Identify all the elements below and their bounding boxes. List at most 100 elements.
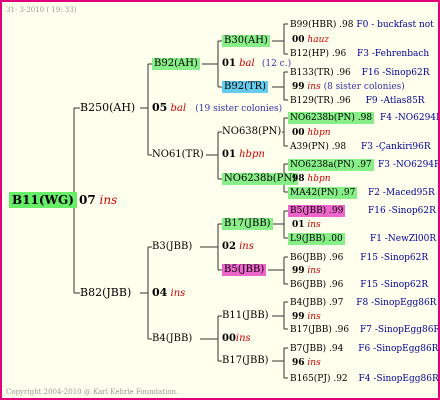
gen4-note-1: (12 c.) bbox=[261, 59, 292, 69]
root-label: ins bbox=[99, 193, 118, 207]
gen5-row-4[interactable]: B129(TR) .96 F9 -Atlas85R bbox=[290, 95, 425, 107]
gen5-label: ins bbox=[307, 82, 321, 92]
gen4-label-3: ins bbox=[239, 241, 254, 252]
gen5-row-15[interactable]: B7(JBB) .94 F6 -SinopEgg86R bbox=[290, 343, 438, 355]
pedigree-frame: 31- 3-2010 ( 19: 33) B11(WG) 07 ins B250… bbox=[0, 0, 440, 400]
gen5-year-line-4: 98 hbpn bbox=[292, 173, 331, 185]
gen5-name: B99(HBR) .98 bbox=[290, 20, 354, 30]
gen5-name: B7(JBB) .94 bbox=[290, 344, 344, 354]
gen5-code: F3 -Çankiri96R bbox=[360, 142, 431, 152]
gen5-code: F16 -Sinop62R bbox=[361, 68, 430, 78]
gen5-row-9[interactable]: B5(JBB) .99 bbox=[288, 205, 346, 217]
gen5-code: F1 -NewZl00R bbox=[370, 234, 437, 244]
gen5-row-8[interactable]: MA42(PN) .97 bbox=[288, 187, 358, 199]
gen5-name: B12(HP) .96 bbox=[290, 49, 347, 59]
gen5-name: B6(JBB) .96 bbox=[290, 253, 344, 263]
root-year-line: 07 ins bbox=[79, 193, 117, 207]
gen5-year: 98 bbox=[292, 174, 305, 184]
gen4-name-5[interactable]: B17(JBB) bbox=[222, 218, 273, 230]
gen4-year-line-1: 01 bal (12 c.) bbox=[222, 58, 291, 70]
gen5-year: 96 bbox=[292, 358, 305, 368]
gen4-year-2: 01 bbox=[222, 149, 236, 160]
gen4-name-4[interactable]: NO6238b(PN) bbox=[222, 173, 299, 185]
gen5-year-line-6: 99 ins bbox=[292, 265, 321, 277]
gen5-label: ins bbox=[307, 266, 321, 276]
gen5-name: B165(PJ) .92 bbox=[290, 374, 348, 384]
gen4-year-line-4: 00ins bbox=[222, 333, 251, 345]
gen5-name: B5(JBB) .99 bbox=[290, 206, 344, 216]
gen3-name-2[interactable]: NO61(TR) bbox=[152, 149, 204, 161]
gen2-parent-note: (19 sister colonies) bbox=[195, 104, 283, 114]
gen5-name: B133(TR) .96 bbox=[290, 68, 351, 78]
gen5-code: F4 -SinopEgg86R bbox=[358, 374, 439, 384]
gen5-row-16[interactable]: B165(PJ) .92 F4 -SinopEgg86R bbox=[290, 373, 439, 385]
gen4-label-2: hbpn bbox=[239, 149, 265, 160]
gen5-label: ins bbox=[307, 220, 321, 230]
gen5-year: 99 bbox=[292, 266, 305, 276]
gen5-row-11[interactable]: B6(JBB) .96 F15 -Sinop62R bbox=[290, 252, 428, 264]
gen5-code: F2 -Maced95R bbox=[368, 188, 435, 198]
gen4-name-2[interactable]: B92(TR) bbox=[222, 81, 269, 93]
gen4-name-7[interactable]: B11(JBB) bbox=[222, 310, 269, 322]
gen5-label: hbpn bbox=[307, 128, 331, 138]
gen2-second-year-line: 04 ins bbox=[152, 287, 185, 300]
gen5-name: B129(TR) .96 bbox=[290, 96, 351, 106]
gen5-row-10[interactable]: L9(JBB) .00 bbox=[288, 233, 345, 245]
gen5-row-13[interactable]: B4(JBB) .97 F8 -SinopEgg86R bbox=[290, 297, 436, 309]
gen5-code: F16 -Sinop62R bbox=[368, 206, 436, 216]
gen5-year-line-1: 00 hauz bbox=[292, 34, 329, 46]
gen5-code: F15 -Sinop62R bbox=[360, 253, 429, 263]
gen5-label: hauz bbox=[307, 35, 330, 45]
gen3-name-4[interactable]: B4(JBB) bbox=[152, 333, 192, 345]
gen5-name: B17(JBB) .96 bbox=[290, 325, 350, 335]
gen2-second-label: ins bbox=[170, 288, 186, 299]
root-bee-name[interactable]: B11(WG) bbox=[9, 192, 77, 208]
gen4-label-4: ins bbox=[235, 333, 251, 344]
gen5-code-5: F4 -NO6294R bbox=[380, 112, 438, 124]
gen5-row-2[interactable]: B12(HP) .96 F3 -Fehrenbach bbox=[290, 48, 429, 60]
gen5-code-10: F1 -NewZl00R bbox=[370, 233, 436, 245]
gen5-name: B6(JBB) .96 bbox=[290, 280, 344, 290]
gen5-code-8: F2 -Maced95R bbox=[368, 187, 435, 199]
gen5-code: F8 -SinopEgg86R bbox=[356, 298, 437, 308]
gen5-row-3[interactable]: B133(TR) .96 F16 -Sinop62R bbox=[290, 67, 430, 79]
gen4-name-8[interactable]: B17(JBB) bbox=[222, 355, 269, 367]
gen5-name: L9(JBB) .00 bbox=[290, 234, 343, 244]
gen5-year-line-7: 99 ins bbox=[292, 311, 321, 323]
gen5-code-7: F3 -NO6294R bbox=[378, 159, 440, 171]
gen5-row-12[interactable]: B6(JBB) .96 F15 -Sinop62R bbox=[290, 279, 428, 291]
gen5-note: (8 sister colonies) bbox=[323, 82, 405, 92]
gen5-code: F7 -SinopEgg86R bbox=[359, 325, 440, 335]
gen5-code: F3 -NO6294R bbox=[378, 160, 440, 170]
gen5-row-1[interactable]: B99(HBR) .98 F0 - buckfast not bbox=[290, 19, 434, 31]
root-year: 07 bbox=[79, 193, 96, 207]
gen5-year-line-5: 01 ins bbox=[292, 219, 321, 231]
gen2-parent-name[interactable]: B250(AH) bbox=[80, 102, 135, 114]
gen4-name-3[interactable]: NO638(PN) bbox=[222, 126, 281, 138]
gen5-name: A39(PN) .98 bbox=[290, 142, 347, 152]
copyright-footer: Copyright 2004-2010 @ Karl Kehrle Founda… bbox=[6, 388, 179, 396]
gen5-code: F6 -SinopEgg86R bbox=[358, 344, 439, 354]
gen4-year-4: 00 bbox=[222, 333, 236, 344]
gen5-code: F3 -Fehrenbach bbox=[357, 49, 430, 59]
gen5-name: B4(JBB) .97 bbox=[290, 298, 344, 308]
gen4-label-1: bal bbox=[239, 58, 255, 69]
gen3-name-3[interactable]: B3(JBB) bbox=[152, 241, 192, 253]
gen5-row-14[interactable]: B17(JBB) .96 F7 -SinopEgg86R bbox=[290, 324, 440, 336]
gen5-code: F0 - buckfast not bbox=[356, 20, 434, 30]
gen4-name-6[interactable]: B5(JBB) bbox=[222, 264, 267, 276]
gen4-year-line-2: 01 hbpn bbox=[222, 149, 265, 161]
gen5-row-7[interactable]: NO6238a(PN) .97 bbox=[288, 159, 374, 171]
gen2-second-name[interactable]: B82(JBB) bbox=[80, 287, 131, 299]
gen4-name-1[interactable]: B30(AH) bbox=[222, 35, 270, 47]
gen5-year: 99 bbox=[292, 312, 305, 322]
gen5-row-6[interactable]: A39(PN) .98 F3 -Çankiri96R bbox=[290, 141, 431, 153]
gen4-year-line-3: 02 ins bbox=[222, 241, 254, 253]
gen5-year: 00 bbox=[292, 35, 305, 45]
gen3-name-1[interactable]: B92(AH) bbox=[152, 58, 200, 70]
gen5-row-5[interactable]: NO6238b(PN) .98 bbox=[288, 112, 375, 124]
gen5-code: F9 -Atlas85R bbox=[365, 96, 425, 106]
gen5-year-line-3: 00 hbpn bbox=[292, 127, 331, 139]
gen5-year: 00 bbox=[292, 128, 305, 138]
gen5-name: NO6238b(PN) .98 bbox=[290, 113, 373, 123]
